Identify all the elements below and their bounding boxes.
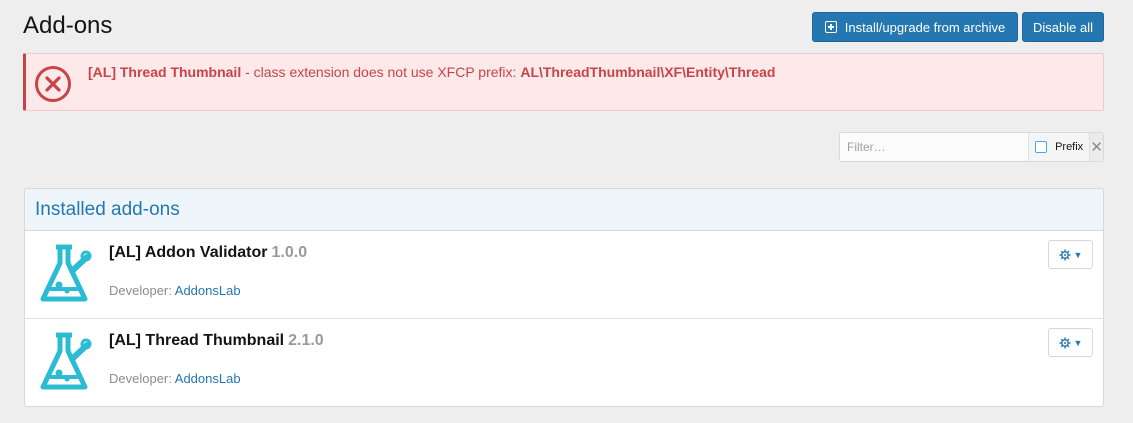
install-upgrade-label: Install/upgrade from archive xyxy=(844,19,1006,35)
error-text: [AL] Thread Thumbnail - class extension … xyxy=(88,64,775,80)
addon-title: [AL] Addon Validator 1.0.0 xyxy=(109,244,307,262)
flask-logo-icon xyxy=(40,332,92,390)
flask-logo-icon xyxy=(40,244,92,302)
addon-name: [AL] Addon Validator xyxy=(109,244,268,261)
error-class-path: AL\ThreadThumbnail\XF\Entity\Thread xyxy=(520,64,776,80)
addon-controls-button[interactable]: ▼ xyxy=(1048,240,1093,269)
filter-clear-button[interactable]: ✕ xyxy=(1090,133,1103,161)
gear-icon xyxy=(1059,249,1071,260)
addon-controls-button[interactable]: ▼ xyxy=(1048,328,1093,357)
prefix-label: Prefix xyxy=(1055,141,1084,153)
addon-name: [AL] Thread Thumbnail xyxy=(109,332,285,349)
developer-label: Developer: xyxy=(109,371,172,386)
installed-addons-heading: Installed add-ons xyxy=(25,189,1103,231)
prefix-checkbox[interactable]: Prefix xyxy=(1029,133,1091,161)
addon-title: [AL] Thread Thumbnail 2.1.0 xyxy=(109,332,324,350)
filter-input[interactable] xyxy=(840,133,1030,161)
page-title: Add-ons xyxy=(23,12,113,39)
plus-square-icon xyxy=(824,21,837,33)
addon-version: 1.0.0 xyxy=(271,244,308,261)
checkbox-icon xyxy=(1035,141,1048,153)
developer-link[interactable]: AddonsLab xyxy=(175,371,241,386)
developer-label: Developer: xyxy=(109,283,172,298)
developer-link[interactable]: AddonsLab xyxy=(175,283,241,298)
filter-bar: Prefix ✕ xyxy=(839,132,1104,162)
addon-row: [AL] Addon Validator 1.0.0 Developer: Add… xyxy=(25,231,1103,319)
error-message: - class extension does not use XFCP pref… xyxy=(241,64,521,80)
error-message-block: [AL] Thread Thumbnail - class extension … xyxy=(23,53,1104,111)
disable-all-button[interactable]: Disable all xyxy=(1022,12,1104,42)
installed-addons-block: Installed add-ons [AL] Addon Validator 1.… xyxy=(24,188,1104,407)
addon-row: [AL] Thread Thumbnail 2.1.0 Developer: Ad… xyxy=(25,319,1103,406)
error-x-circle-icon xyxy=(35,66,71,102)
addon-developer: Developer: AddonsLab xyxy=(109,371,241,386)
chevron-down-icon: ▼ xyxy=(1073,337,1083,348)
gear-icon xyxy=(1059,337,1071,348)
addon-developer: Developer: AddonsLab xyxy=(109,283,241,298)
addon-version: 2.1.0 xyxy=(288,332,324,349)
install-upgrade-button[interactable]: Install/upgrade from archive xyxy=(812,12,1018,42)
error-addon-name: [AL] Thread Thumbnail xyxy=(88,64,242,80)
chevron-down-icon: ▼ xyxy=(1073,249,1083,260)
